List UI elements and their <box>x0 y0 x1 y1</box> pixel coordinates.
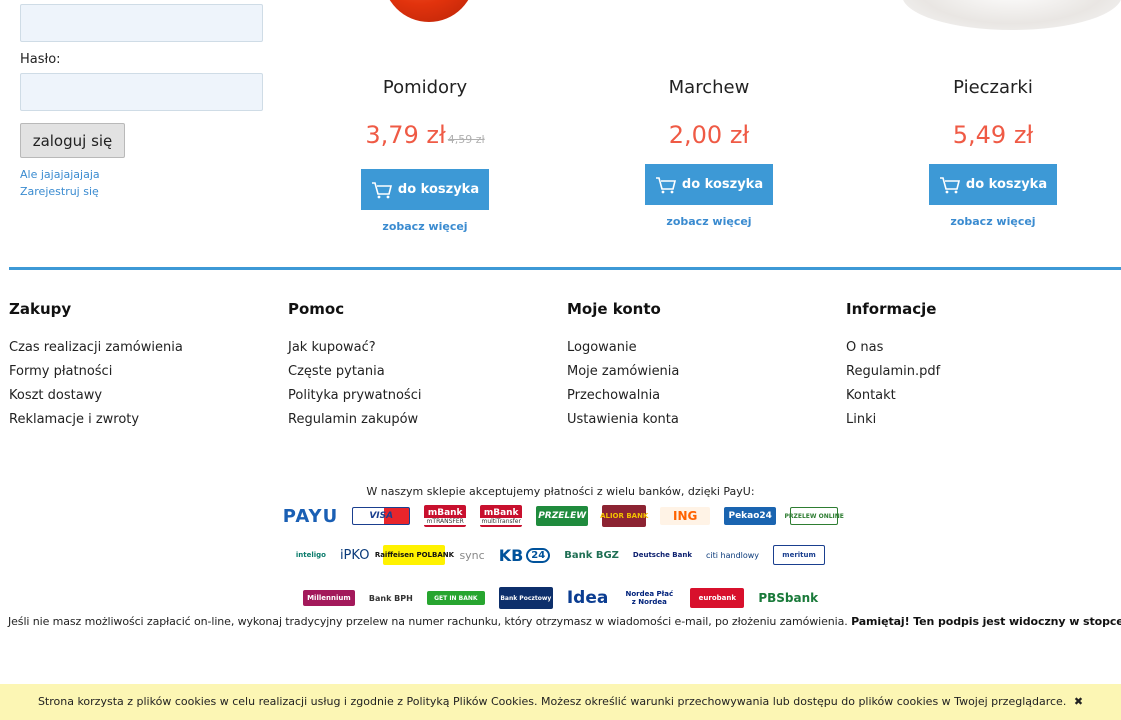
product-name[interactable]: Pomidory <box>335 75 515 101</box>
payu-logo: PAYU <box>282 505 339 527</box>
add-to-cart-button[interactable]: do koszyka <box>361 169 489 210</box>
meritum-bank-logo: meritum <box>773 545 826 565</box>
bank-bph-logo: Bank BPH <box>368 593 413 603</box>
bank-bgz-logo: Bank BGZ <box>564 549 619 561</box>
footer-link[interactable]: Czas realizacji zamówienia <box>9 339 269 363</box>
note-text: Jeśli nie masz możliwości zapłacić on-li… <box>8 615 848 628</box>
see-more-link[interactable]: zobacz więcej <box>619 215 799 228</box>
login-button[interactable]: zaloguj się <box>20 123 125 158</box>
register-link[interactable]: Zarejestruj się <box>20 185 99 198</box>
product-card-pieczarki: Pieczarki 5,49 zł do koszyka zobacz więc… <box>903 75 1083 228</box>
footer-link[interactable]: Formy płatności <box>9 363 269 387</box>
footer-link[interactable]: Moje zamówienia <box>567 363 827 387</box>
footer-link[interactable]: Regulamin zakupów <box>288 411 548 435</box>
ing-logo: ING <box>660 507 711 525</box>
payment-logos-row-2: inteligo iPKO Raiffeisen POLBANK sync KB… <box>0 545 1121 565</box>
przelew-wbk-logo: PRZELEW <box>536 506 589 526</box>
product-card-marchew: Marchew 2,00 zł do koszyka zobacz więcej <box>619 75 799 228</box>
close-icon[interactable]: ✖ <box>1074 695 1083 708</box>
mbank-mtransfer-logo: mBank mTRANSFER <box>424 505 467 527</box>
getin-bank-logo: GET IN BANK <box>426 591 485 605</box>
product-price: 2,00 zł <box>619 120 799 150</box>
footer-column-title: Informacje <box>846 300 937 318</box>
idea-bank-logo: Idea <box>566 588 609 608</box>
forgot-password-link[interactable]: Ale jajajajajaja <box>20 168 100 181</box>
payment-intro: W naszym sklepie akceptujemy płatności z… <box>366 485 755 498</box>
footer-link[interactable]: Kontakt <box>846 387 1106 411</box>
footer-link[interactable]: Logowanie <box>567 339 827 363</box>
nordea-logo: Nordea Płać z Nordea <box>625 590 674 606</box>
cookie-text: Strona korzysta z plików cookies w celu … <box>37 695 1067 708</box>
inteligo-logo: inteligo <box>295 551 326 559</box>
deutsche-bank-logo: Deutsche Bank <box>632 551 692 559</box>
footer-link[interactable]: Przechowalnia <box>567 387 827 411</box>
product-image-mushrooms[interactable] <box>862 0 1121 30</box>
footer-link[interactable]: Reklamacje i zwroty <box>9 411 269 435</box>
add-to-cart-button[interactable]: do koszyka <box>645 164 773 205</box>
username-field[interactable] <box>20 4 263 42</box>
footer-divider <box>9 267 1121 270</box>
pekao24-logo: Pekao24 <box>724 507 777 525</box>
product-card-pomidory: Pomidory 3,79 zł 4,59 zł do koszyka zobac… <box>335 75 515 233</box>
footer-column-pomoc: Pomoc Jak kupować? Częste pytania Polity… <box>288 300 548 435</box>
citi-handlowy-logo: citi handlowy <box>706 550 760 560</box>
password-field[interactable] <box>20 73 263 111</box>
current-price: 5,49 zł <box>952 121 1034 149</box>
cart-label: do koszyka <box>681 177 764 192</box>
footer-link[interactable]: Koszt dostawy <box>9 387 269 411</box>
footer-link[interactable]: Linki <box>846 411 1106 435</box>
alior-bank-logo: ALIOR BANK <box>600 505 648 527</box>
see-more-link[interactable]: zobacz więcej <box>335 220 515 233</box>
payment-logos-row-3: Millennium Bank BPH GET IN BANK Bank Poc… <box>0 587 1121 609</box>
pbs-bank-logo: PBSbank <box>758 591 819 605</box>
bank-pocztowy-logo: Bank Pocztowy <box>498 587 553 609</box>
footer-link[interactable]: Ustawienia konta <box>567 411 827 435</box>
mbank-multitransfer-logo: mBank multiTransfer <box>480 505 523 527</box>
eurobank-logo: eurobank <box>690 588 745 608</box>
payment-logos-row-1: PAYU VISA mBank mTRANSFER mBank multiTrans… <box>0 505 1121 527</box>
product-name[interactable]: Marchew <box>619 75 799 101</box>
cart-label: do koszyka <box>965 177 1048 192</box>
footer-link[interactable]: Regulamin.pdf <box>846 363 1106 387</box>
cart-icon <box>655 176 676 193</box>
product-name[interactable]: Pieczarki <box>903 75 1083 101</box>
millennium-logo: Millennium <box>302 590 355 606</box>
footer-column-title: Pomoc <box>288 300 345 318</box>
cart-label: do koszyka <box>397 182 480 197</box>
ipko-logo: iPKO <box>339 547 370 563</box>
footer-link[interactable]: Częste pytania <box>288 363 548 387</box>
kb24-logo: KB 24 <box>499 546 551 565</box>
sync-logo: sync <box>459 548 485 562</box>
current-price: 3,79 zł <box>365 121 446 149</box>
footer-link[interactable]: Jak kupować? <box>288 339 548 363</box>
current-price: 2,00 zł <box>668 121 750 149</box>
footer-column-moje-konto: Moje konto Logowanie Moje zamówienia Prz… <box>567 300 827 435</box>
footer-column-title: Zakupy <box>9 300 72 318</box>
raiffeisen-polbank-logo: Raiffeisen POLBANK <box>375 545 454 565</box>
footer-link[interactable]: O nas <box>846 339 1106 363</box>
cookie-banner: Strona korzysta z plików cookies w celu … <box>0 684 1121 720</box>
cart-icon <box>939 176 960 193</box>
see-more-link[interactable]: zobacz więcej <box>903 215 1083 228</box>
product-price: 3,79 zł 4,59 zł <box>335 120 515 155</box>
visa-mastercard-logo: VISA <box>352 507 411 525</box>
footer-column-informacje: Informacje O nas Regulamin.pdf Kontakt L… <box>846 300 1106 435</box>
footer-column-zakupy: Zakupy Czas realizacji zamówienia Formy … <box>9 300 269 435</box>
product-price: 5,49 zł <box>903 120 1083 150</box>
cart-icon <box>371 181 392 198</box>
footer-link[interactable]: Polityka prywatności <box>288 387 548 411</box>
product-image-tomatoes[interactable] <box>305 0 508 30</box>
old-price: 4,59 zł <box>447 133 485 146</box>
password-label: Hasło: <box>20 52 61 67</box>
offline-payment-note: Jeśli nie masz możliwości zapłacić on-li… <box>8 615 1121 628</box>
przelew-online-logo: PRZELEW ONLINE <box>785 507 844 525</box>
footer-column-title: Moje konto <box>567 300 661 318</box>
add-to-cart-button[interactable]: do koszyka <box>929 164 1057 205</box>
note-highlight: Pamiętaj! Ten podpis jest widoczny w sto… <box>851 615 1121 628</box>
